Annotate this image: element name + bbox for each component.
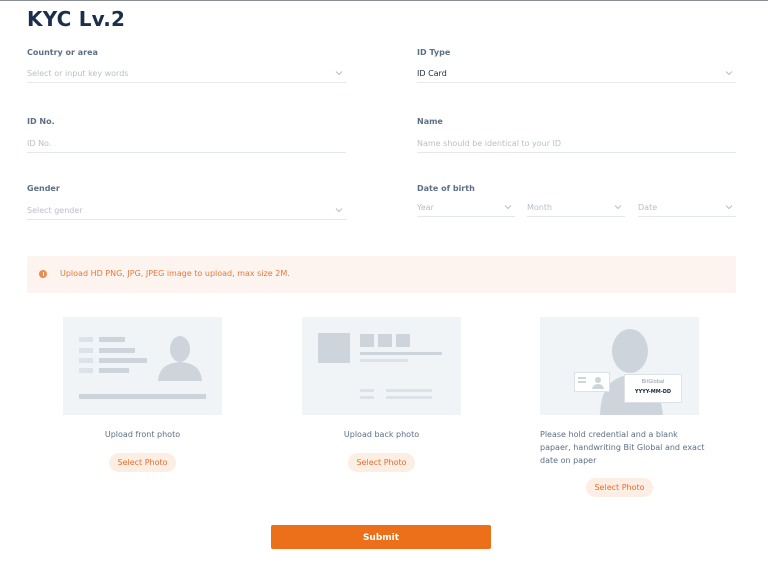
id-no-placeholder: ID No. xyxy=(27,139,52,148)
paper-date: YYYY-MM-DD xyxy=(634,389,672,395)
id-no-field: ID No. ID No. xyxy=(27,117,346,157)
chevron-down-icon xyxy=(725,71,733,76)
dob-date-select[interactable]: Date xyxy=(638,200,736,217)
id-line xyxy=(99,358,147,363)
gender-placeholder: Select gender xyxy=(27,206,83,215)
dob-year-select[interactable]: Year xyxy=(417,200,515,217)
id-line xyxy=(79,348,93,353)
back-photo-caption: Upload back photo xyxy=(343,430,420,439)
dob-date-placeholder: Date xyxy=(638,203,658,212)
portrait-icon xyxy=(592,377,604,389)
front-photo-dropzone[interactable] xyxy=(63,317,222,415)
id-line xyxy=(360,334,374,347)
id-line xyxy=(386,396,432,399)
chevron-down-icon xyxy=(614,205,622,210)
portrait-icon xyxy=(158,336,202,381)
upload-notice: Upload HD PNG, JPG, JPEG image to upload… xyxy=(27,256,736,293)
paper-title: BitGlobal xyxy=(641,379,665,385)
id-no-input[interactable]: ID No. xyxy=(27,136,346,153)
id-line xyxy=(396,334,410,347)
dob-label: Date of birth xyxy=(417,184,475,193)
handheld-id-card xyxy=(574,372,610,392)
country-select[interactable]: Select or input key words xyxy=(27,66,346,83)
id-emblem xyxy=(318,333,350,363)
id-line xyxy=(99,348,135,353)
dob-year-placeholder: Year xyxy=(417,203,434,212)
info-icon xyxy=(39,270,47,278)
submit-button[interactable]: Submit xyxy=(271,525,491,549)
country-field: Country or area Select or input key word… xyxy=(27,48,346,88)
id-line xyxy=(360,389,374,392)
chevron-down-icon xyxy=(335,71,343,76)
back-photo-dropzone[interactable] xyxy=(302,317,461,415)
hold-caption-line: papaer, handwriting Bit Global and exact xyxy=(540,443,705,452)
dob-month-placeholder: Month xyxy=(527,203,553,212)
hold-caption-line: date on paper xyxy=(540,456,597,465)
id-line xyxy=(99,337,125,342)
id-line xyxy=(79,394,206,399)
back-select-photo-button[interactable]: Select Photo xyxy=(348,453,415,472)
front-select-photo-button[interactable]: Select Photo xyxy=(109,453,176,472)
gender-select[interactable]: Select gender xyxy=(27,203,346,220)
id-line xyxy=(79,368,93,373)
country-placeholder: Select or input key words xyxy=(27,69,129,78)
id-line xyxy=(360,359,408,362)
id-line xyxy=(386,389,432,392)
id-line xyxy=(360,352,442,355)
id-type-field: ID Type ID Card xyxy=(417,48,736,88)
id-line xyxy=(378,334,392,347)
hold-photo-caption: Please hold credential and a blank papae… xyxy=(540,428,715,467)
page-title: KYC Lv.2 xyxy=(27,7,126,31)
name-field: Name Name should be identical to your ID xyxy=(417,117,736,157)
id-line xyxy=(79,358,93,363)
dob-month-select[interactable]: Month xyxy=(527,200,625,217)
id-line xyxy=(578,381,586,383)
hold-photo-dropzone[interactable]: BitGlobal YYYY-MM-DD xyxy=(540,317,699,415)
hold-caption-line: Please hold credential and a blank xyxy=(540,430,678,439)
country-label: Country or area xyxy=(27,48,98,57)
hold-select-photo-button[interactable]: Select Photo xyxy=(586,478,653,497)
chevron-down-icon xyxy=(335,208,343,213)
handwritten-paper: BitGlobal YYYY-MM-DD xyxy=(624,374,682,403)
chevron-down-icon xyxy=(504,205,512,210)
name-label: Name xyxy=(417,117,443,126)
gender-field: Gender Select gender xyxy=(27,184,346,224)
name-placeholder: Name should be identical to your ID xyxy=(417,139,562,148)
id-line xyxy=(79,337,93,342)
id-no-label: ID No. xyxy=(27,117,55,126)
id-type-label: ID Type xyxy=(417,48,451,57)
id-type-value: ID Card xyxy=(417,69,447,78)
id-line xyxy=(99,368,129,373)
id-type-select[interactable]: ID Card xyxy=(417,66,736,83)
dob-field: Date of birth Year Month Date xyxy=(417,184,736,224)
chevron-down-icon xyxy=(725,205,733,210)
name-input[interactable]: Name should be identical to your ID xyxy=(417,136,736,153)
id-line xyxy=(360,396,374,399)
upload-notice-text: Upload HD PNG, JPG, JPEG image to upload… xyxy=(60,269,290,278)
gender-label: Gender xyxy=(27,184,60,193)
id-line xyxy=(578,377,586,379)
front-photo-caption: Upload front photo xyxy=(104,430,181,439)
